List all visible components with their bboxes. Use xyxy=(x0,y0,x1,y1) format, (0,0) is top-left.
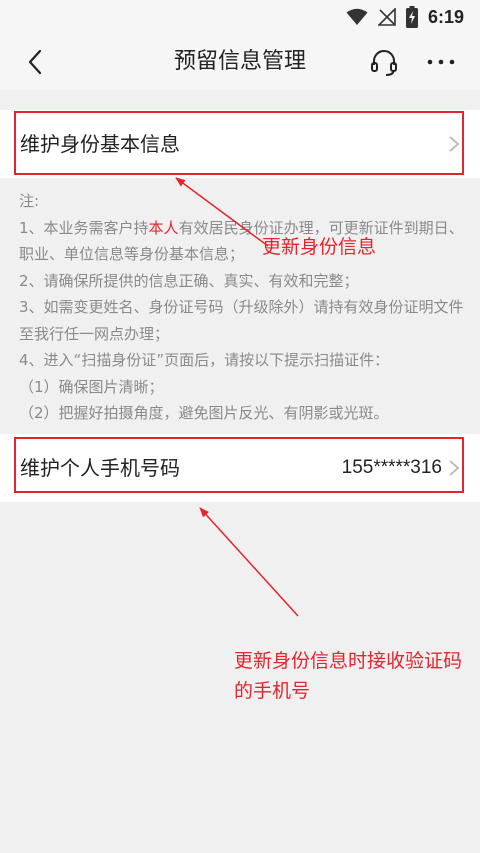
note-line-1: 1、本业务需客户持本人有效居民身份证办理，可更新证件到期日、职业、单位信息等身份… xyxy=(19,215,471,268)
maintain-phone-number-item[interactable]: 维护个人手机号码 155*****316 xyxy=(0,434,480,502)
notes-section: 注: 1、本业务需客户持本人有效居民身份证办理，可更新证件到期日、职业、单位信息… xyxy=(19,188,471,427)
signal-icon xyxy=(377,8,396,26)
status-icons: 6:19 xyxy=(346,4,464,30)
chevron-left-icon[interactable] xyxy=(22,48,50,76)
chevron-right-icon xyxy=(449,136,460,152)
maintain-identity-info-item[interactable]: 维护身份基本信息 xyxy=(0,110,480,178)
phone-number-value: 155*****316 xyxy=(341,457,442,478)
status-bar: 6:19 xyxy=(0,0,480,34)
note-line-1-start: 1、本业务需客户持 xyxy=(19,218,149,237)
wifi-icon xyxy=(346,8,368,25)
note-line-6: （2）把握好拍摄角度，避免图片反光、有阴影或光斑。 xyxy=(19,404,389,422)
note-line-4: 4、进入“扫描身份证”页面后，请按以下提示扫描证件： xyxy=(19,351,390,369)
page-title: 预留信息管理 xyxy=(173,49,306,74)
chevron-right-icon xyxy=(449,460,460,476)
battery-charging-icon xyxy=(405,6,418,28)
more-dots-icon[interactable] xyxy=(424,47,458,77)
annotation-arrow-phone xyxy=(199,507,299,617)
status-time: 6:19 xyxy=(427,6,464,27)
headset-icon[interactable] xyxy=(369,47,399,77)
item-label: 维护个人手机号码 xyxy=(20,456,180,480)
item-label: 维护身份基本信息 xyxy=(20,132,180,156)
note-line-5: （1）确保图片清晰； xyxy=(19,377,164,396)
annotation-phone-note: 更新身份信息时接收验证码的手机号 xyxy=(234,650,463,702)
navigation-bar: 预留信息管理 xyxy=(0,34,480,90)
note-line-3: 3、如需变更姓名、身份证号码（升级除外）请持有效身份证明文件至我行任一网点办理； xyxy=(19,298,464,343)
note-highlight-self: 本人 xyxy=(148,218,179,237)
annotation-update-identity: 更新身份信息 xyxy=(262,236,377,258)
notes-title: 注: xyxy=(19,192,40,210)
note-line-2: 2、请确保所提供的信息正确、真实、有效和完整； xyxy=(19,271,359,290)
